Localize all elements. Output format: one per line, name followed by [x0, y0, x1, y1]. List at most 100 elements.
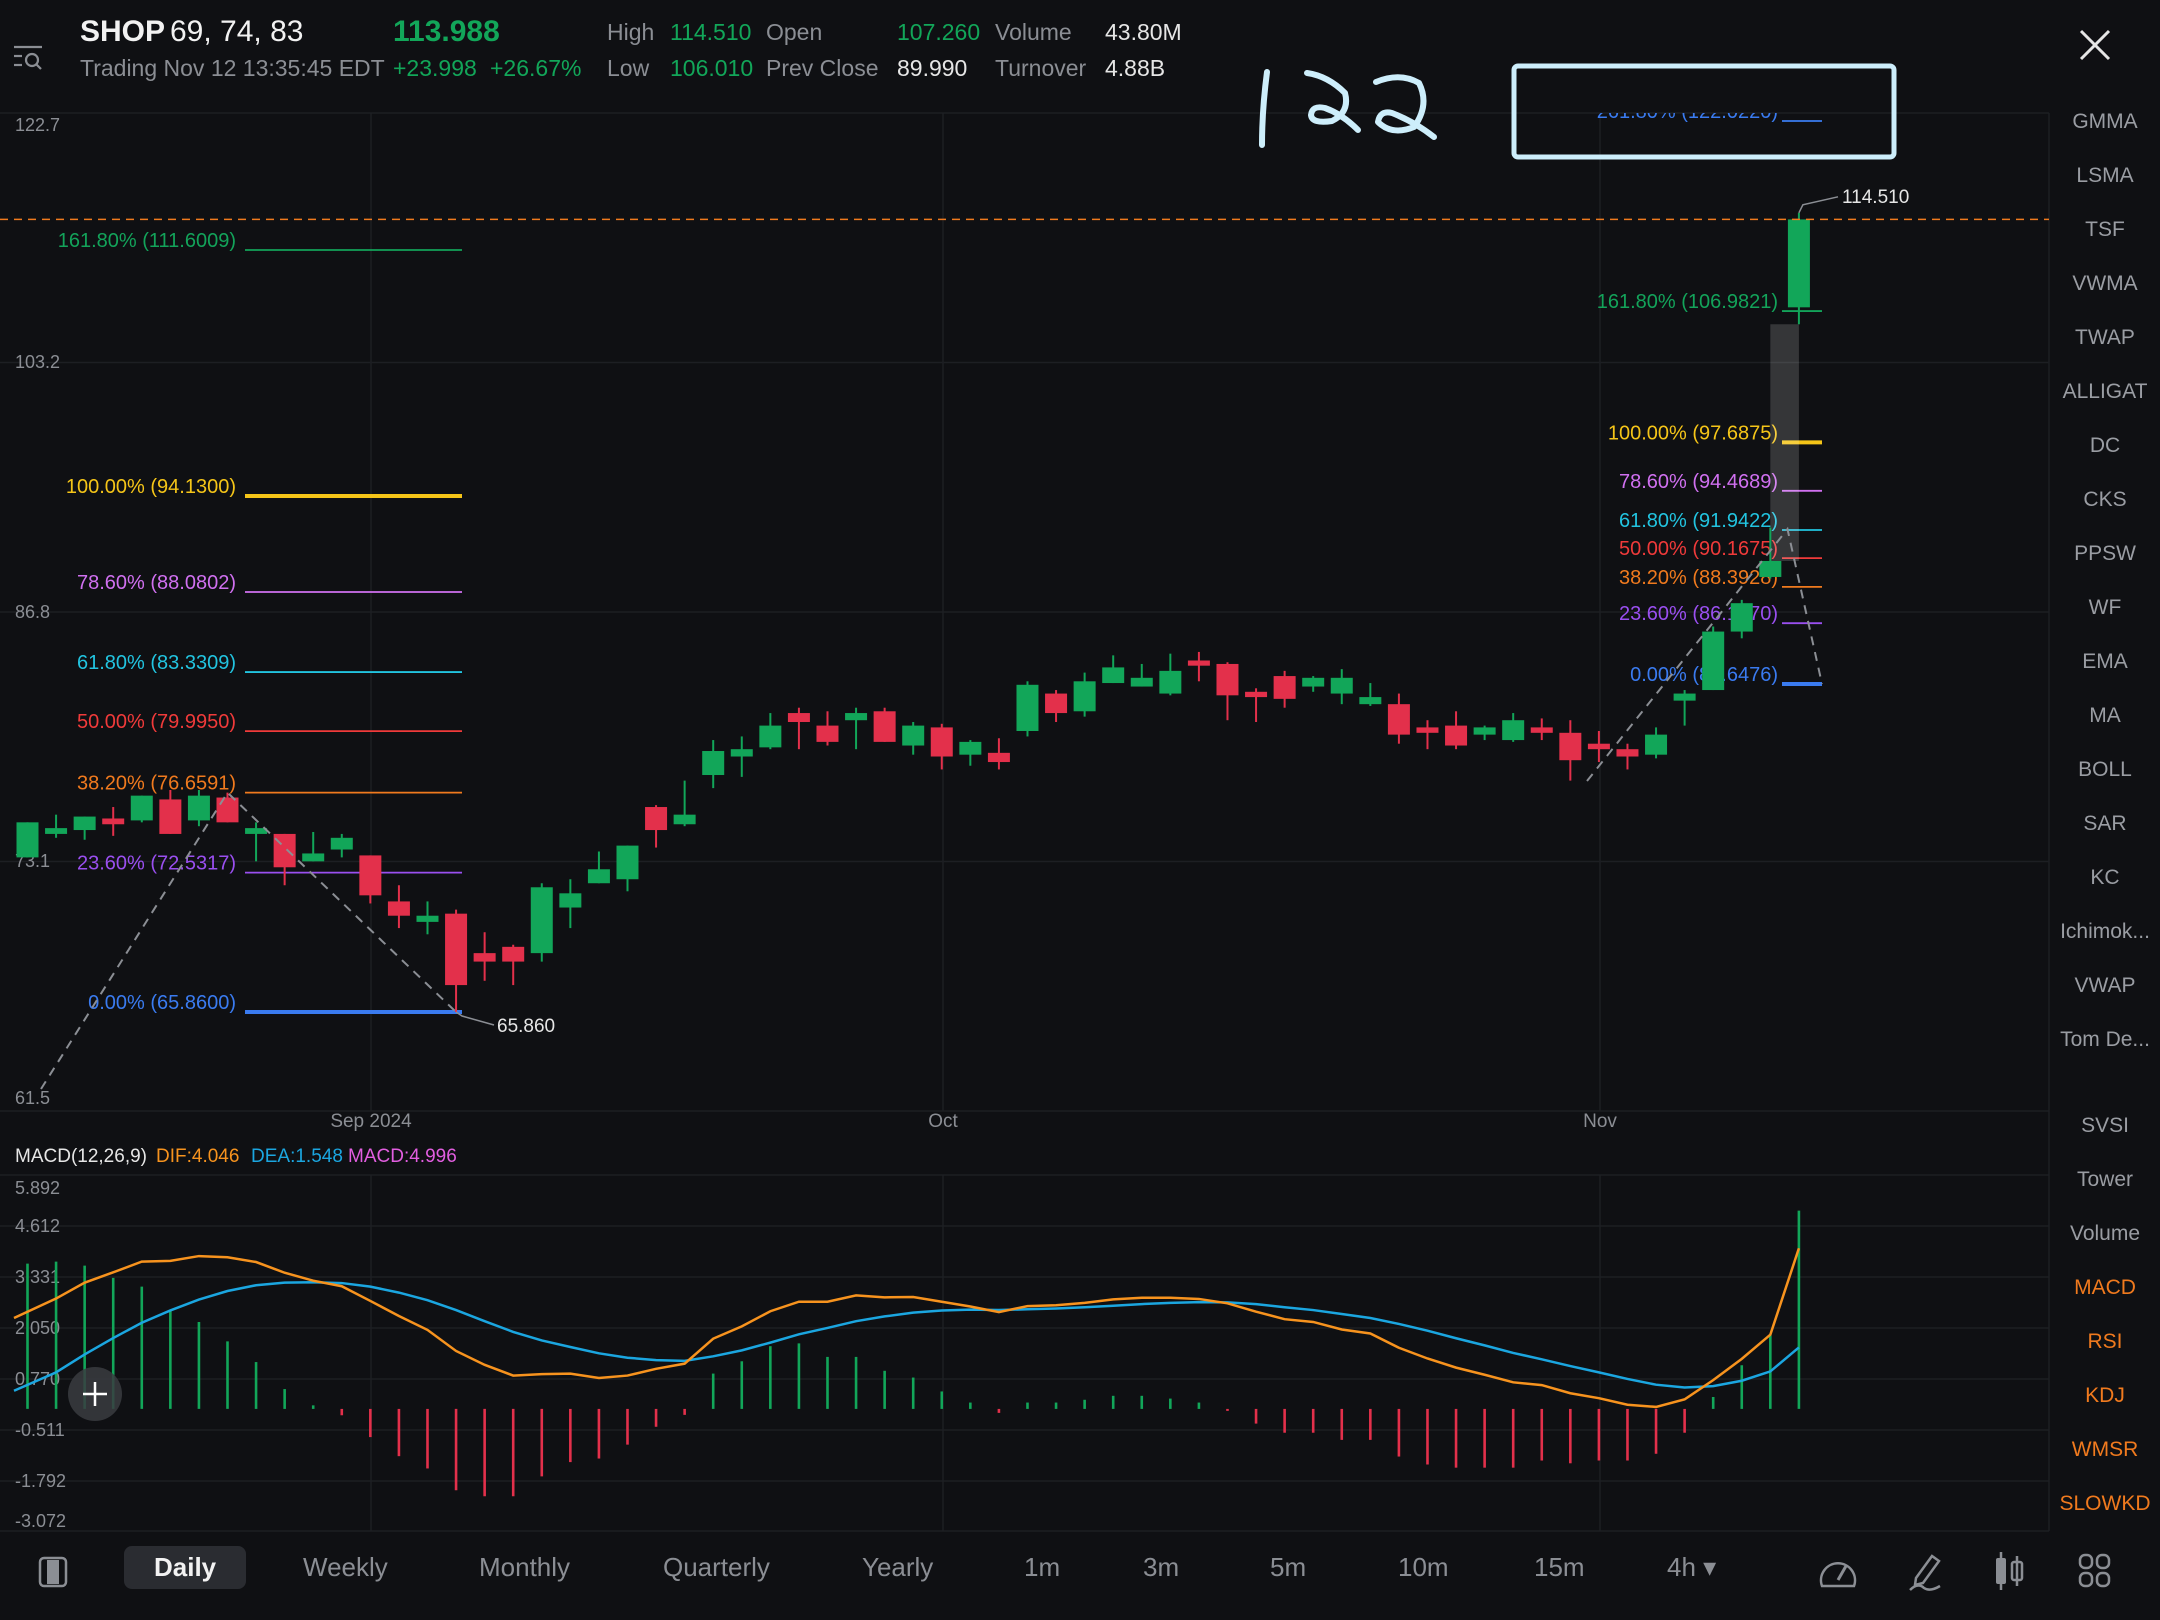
indicator-alligat[interactable]: ALLIGAT [2052, 380, 2158, 404]
sub-indicator-kdj[interactable]: KDJ [2052, 1384, 2158, 1408]
candle-up [1645, 734, 1668, 755]
grid-apps-icon[interactable] [2078, 1553, 2112, 1594]
candle-down [473, 953, 496, 962]
indicator-ppsw[interactable]: PPSW [2052, 542, 2158, 566]
candle-up [187, 795, 210, 821]
indicator-wf[interactable]: WF [2052, 596, 2158, 620]
candle-up [1159, 670, 1182, 694]
macd-axis-label: 4.612 [15, 1216, 60, 1236]
period-tab-yearly[interactable]: Yearly [862, 1552, 933, 1583]
fib-level-label-right: 50.00% (90.1675) [1619, 538, 1778, 560]
chart-canvas[interactable]: 122.7103.286.873.161.5 Sep 2024 Oct Nov 16… [0, 0, 2160, 1620]
candle-down [1187, 660, 1210, 666]
fib-level-label-left: 61.80% (83.3309) [77, 652, 236, 674]
indicator-gmma[interactable]: GMMA [2052, 110, 2158, 134]
fib-anchor-dashed-line[interactable] [40, 791, 457, 1090]
indicator-tsf[interactable]: TSF [2052, 218, 2158, 242]
fib-level-label-right: 23.60% (86.1970) [1619, 603, 1778, 625]
layout-panel-icon[interactable] [38, 1556, 68, 1593]
period-tab-monthly[interactable]: Monthly [479, 1552, 570, 1583]
period-tab-5m[interactable]: 5m [1270, 1552, 1306, 1583]
indicator-sar[interactable]: SAR [2052, 812, 2158, 836]
sub-indicator-rsi[interactable]: RSI [2052, 1330, 2158, 1354]
time-axis-label: Sep 2024 [330, 1111, 412, 1132]
sub-indicator-macd[interactable]: MACD [2052, 1276, 2158, 1300]
period-tab-15m[interactable]: 15m [1534, 1552, 1585, 1583]
macd-axis-label: 5.892 [15, 1178, 60, 1198]
indicator-vwma[interactable]: VWMA [2052, 272, 2158, 296]
indicator-tomde[interactable]: Tom De... [2052, 1028, 2158, 1052]
indicator-boll[interactable]: BOLL [2052, 758, 2158, 782]
macd-axis-label: -0.511 [15, 1420, 65, 1440]
candle-down [930, 727, 953, 757]
candle-down [359, 855, 382, 896]
fibonacci-retracements[interactable]: 161.80% (111.6009) 100.00% (94.1300) 78.60… [58, 101, 1822, 1015]
indicator-ichimok[interactable]: Ichimok... [2052, 920, 2158, 944]
macd-axis-label: -1.792 [15, 1471, 66, 1491]
candle-up [1702, 631, 1725, 691]
indicator-vwap[interactable]: VWAP [2052, 974, 2158, 998]
dea-line [13, 1281, 1800, 1392]
candle-up [130, 795, 153, 821]
candle-style-icon[interactable] [1992, 1550, 2026, 1597]
period-tab-4h[interactable]: 4h ▾ [1667, 1552, 1716, 1583]
candle-down [816, 725, 839, 742]
candle-down [1559, 732, 1582, 761]
candle-up [1502, 720, 1525, 741]
candle-down [873, 711, 896, 742]
period-tab-daily[interactable]: Daily [124, 1546, 247, 1589]
candle-down [987, 752, 1010, 763]
candle-up [673, 814, 696, 825]
candle-up [1473, 727, 1496, 735]
indicator-dc[interactable]: DC [2052, 434, 2158, 458]
candle-down [102, 818, 125, 825]
fib-level-label-left: 161.80% (111.6009) [58, 230, 236, 252]
candle-up [587, 869, 610, 884]
period-tab-1m[interactable]: 1m [1024, 1552, 1060, 1583]
speedometer-icon[interactable] [1818, 1552, 1858, 1595]
time-axis-label: Nov [1583, 1111, 1617, 1132]
indicator-twap[interactable]: TWAP [2052, 326, 2158, 350]
drawing-overlays[interactable] [0, 218, 2049, 1090]
macd-legend: MACD(12,26,9) DIF:4.046 DEA:1.548 MACD:4… [15, 1146, 457, 1167]
indicator-kc[interactable]: KC [2052, 866, 2158, 890]
period-tab-weekly[interactable]: Weekly [303, 1552, 388, 1583]
candle-up [616, 845, 639, 880]
period-tab-10m[interactable]: 10m [1398, 1552, 1449, 1583]
fib-level-label-right: 100.00% (97.6875) [1608, 422, 1778, 444]
indicator-cks[interactable]: CKS [2052, 488, 2158, 512]
sub-indicator-volume[interactable]: Volume [2052, 1222, 2158, 1246]
macd-value: MACD:4.996 [348, 1146, 457, 1167]
sub-indicator-slowkd[interactable]: SLOWKD [2052, 1492, 2158, 1516]
candle-up [1673, 693, 1696, 701]
macd-panel: 5.8924.6123.3312.0500.770-0.511-1.792-3.… [13, 1178, 1801, 1531]
candle-down [1445, 725, 1468, 746]
price-axis-label: 122.7 [15, 115, 60, 135]
sub-indicator-svsi[interactable]: SVSI [2052, 1114, 2158, 1138]
crosshair-button[interactable] [68, 1367, 122, 1421]
indicator-ma[interactable]: MA [2052, 704, 2158, 728]
candle-up [302, 853, 325, 862]
dea-value: DEA:1.548 [251, 1146, 343, 1167]
draw-pen-icon[interactable] [1906, 1550, 1946, 1597]
fib-level-label-left: 100.00% (94.1300) [66, 476, 236, 498]
period-tab-3m[interactable]: 3m [1143, 1552, 1179, 1583]
period-tab-quarterly[interactable]: Quarterly [663, 1552, 770, 1583]
candle-up [1302, 677, 1325, 687]
candle-down [502, 946, 525, 962]
indicator-lsma[interactable]: LSMA [2052, 164, 2158, 188]
candle-down [1387, 704, 1410, 735]
price-axis-label: 103.2 [15, 352, 60, 372]
sub-indicator-tower[interactable]: Tower [2052, 1168, 2158, 1192]
candle-down [645, 807, 668, 831]
candle-up [1102, 667, 1125, 684]
candle-up [559, 893, 582, 908]
candle-up [530, 887, 553, 954]
fib-level-label-left: 23.60% (72.5317) [77, 853, 236, 875]
indicator-ema[interactable]: EMA [2052, 650, 2158, 674]
candle-up [1330, 677, 1353, 694]
handwritten-annotation [1259, 69, 1437, 148]
time-axis: Sep 2024 Oct Nov [330, 1111, 1617, 1132]
sub-indicator-wmsr[interactable]: WMSR [2052, 1438, 2158, 1462]
candle-up [759, 725, 782, 748]
